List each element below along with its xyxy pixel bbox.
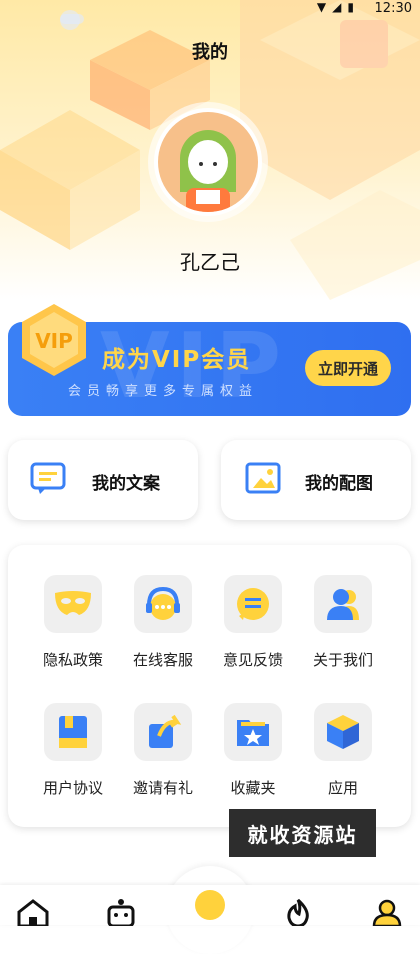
status-bar: ▼◢▮ 12:30 — [0, 0, 420, 18]
overlay-watermark: 就收资源站 — [229, 809, 376, 857]
menu-item-label: 应用 — [327, 779, 358, 797]
menu-item-about[interactable]: 关于我们 — [298, 575, 388, 670]
menu-item-label: 在线客服 — [132, 651, 193, 669]
flame-icon[interactable] — [281, 898, 315, 926]
avatar-image — [158, 112, 258, 212]
vip-subtitle: 会员畅享更多专属权益 — [68, 384, 259, 399]
menu-item-feedback[interactable]: 意见反馈 — [208, 575, 298, 670]
quick-action-images[interactable]: 我的配图 — [221, 440, 411, 520]
menu-item-label: 意见反馈 — [222, 651, 283, 669]
quick-action-images-label: 我的配图 — [305, 474, 373, 494]
status-icons: ▼◢▮ — [317, 0, 360, 14]
vip-title: 成为VIP会员 — [102, 347, 252, 373]
users-icon — [327, 589, 359, 620]
menu-item-label: 邀请有礼 — [132, 779, 193, 797]
battery-icon: ▮ — [347, 0, 360, 14]
robot-icon[interactable] — [104, 898, 138, 926]
image-icon — [245, 462, 281, 494]
menu-item-apps[interactable]: 应用 — [298, 703, 388, 798]
menu-item-label: 关于我们 — [312, 651, 373, 669]
menu-item-label: 隐私政策 — [42, 651, 103, 669]
status-time: 12:30 — [374, 1, 412, 16]
book-icon — [59, 716, 87, 748]
signal-icon: ◢ — [332, 0, 348, 14]
quick-action-copy-label: 我的文案 — [92, 474, 160, 494]
message-icon — [30, 462, 66, 494]
username: 孔乙己 — [180, 250, 240, 274]
profile-icon[interactable] — [370, 898, 404, 926]
menu-item-label: 收藏夹 — [230, 779, 276, 797]
menu-item-invite[interactable]: 邀请有礼 — [118, 703, 208, 798]
mask-icon — [55, 591, 91, 615]
menu-grid-card: 隐私政策 在线客服 意见反馈 关于我们 用户协议 邀请有礼 收藏夹 应用 — [8, 545, 411, 827]
chat-bubble-icon — [237, 588, 269, 620]
wifi-icon: ▼ — [316, 0, 333, 14]
folder-star-icon — [237, 720, 269, 746]
vip-badge-icon: VIP — [22, 304, 86, 376]
vip-badge-text: VIP — [35, 329, 73, 353]
menu-item-favorites[interactable]: 收藏夹 — [208, 703, 298, 798]
share-icon — [149, 714, 182, 748]
cube-icon — [327, 715, 359, 749]
menu-item-privacy[interactable]: 隐私政策 — [28, 575, 118, 670]
menu-item-label: 用户协议 — [42, 779, 103, 797]
vip-open-button[interactable]: 立即开通 — [305, 350, 391, 386]
home-icon[interactable] — [16, 898, 50, 926]
headset-icon — [146, 586, 180, 620]
page-title: 我的 — [192, 42, 228, 63]
quick-action-copy[interactable]: 我的文案 — [8, 440, 198, 520]
center-action-icon[interactable] — [195, 890, 225, 920]
menu-item-support[interactable]: 在线客服 — [118, 575, 208, 670]
avatar[interactable] — [154, 108, 262, 216]
menu-item-agreement[interactable]: 用户协议 — [28, 703, 118, 798]
